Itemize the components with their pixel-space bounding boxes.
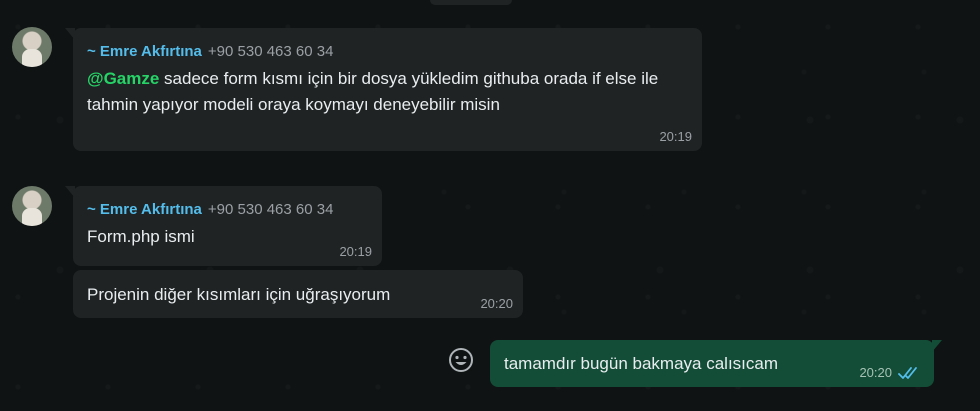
sender-name[interactable]: ~ Emre Akfırtına <box>87 201 202 218</box>
message-time: 20:20 <box>859 365 892 380</box>
message-time: 20:19 <box>659 129 692 144</box>
chat-area: ~ Emre Akfırtına +90 530 463 60 34 @Gamze… <box>0 0 980 411</box>
message-body: sadece form kısmı için bir dosya yükledi… <box>87 69 659 114</box>
sender-name[interactable]: ~ Emre Akfırtına <box>87 43 202 60</box>
outgoing-message[interactable]: tamamdır bugün bakmaya calısıcam 20:20 <box>490 340 942 387</box>
sender-avatar[interactable] <box>12 186 52 226</box>
sender-line: ~ Emre Akfırtına +90 530 463 60 34 <box>87 42 687 62</box>
incoming-message[interactable]: ~ Emre Akfırtına +90 530 463 60 34 Form.p… <box>65 186 382 266</box>
message-text: tamamdır bugün bakmaya calısıcam <box>504 354 779 373</box>
message-text: @Gamze sadece form kısmı için bir dosya … <box>87 66 697 118</box>
incoming-message[interactable]: ~ Emre Akfırtına +90 530 463 60 34 @Gamze… <box>65 28 702 151</box>
previous-message-edge <box>430 0 512 5</box>
smiley-icon[interactable] <box>447 346 475 374</box>
incoming-message[interactable]: Projenin diğer kısımları için uğraşıyoru… <box>73 270 523 318</box>
double-check-icon <box>898 367 917 379</box>
sender-avatar[interactable] <box>12 27 52 67</box>
message-time: 20:20 <box>480 296 513 311</box>
mention[interactable]: @Gamze <box>87 69 159 88</box>
sender-phone: +90 530 463 60 34 <box>207 201 334 218</box>
message-time: 20:19 <box>339 244 372 259</box>
message-text: Form.php ismi <box>87 227 195 246</box>
sender-line: ~ Emre Akfırtına +90 530 463 60 34 <box>87 200 367 220</box>
message-text: Projenin diğer kısımları için uğraşıyoru… <box>87 285 391 304</box>
sender-phone: +90 530 463 60 34 <box>207 43 334 60</box>
